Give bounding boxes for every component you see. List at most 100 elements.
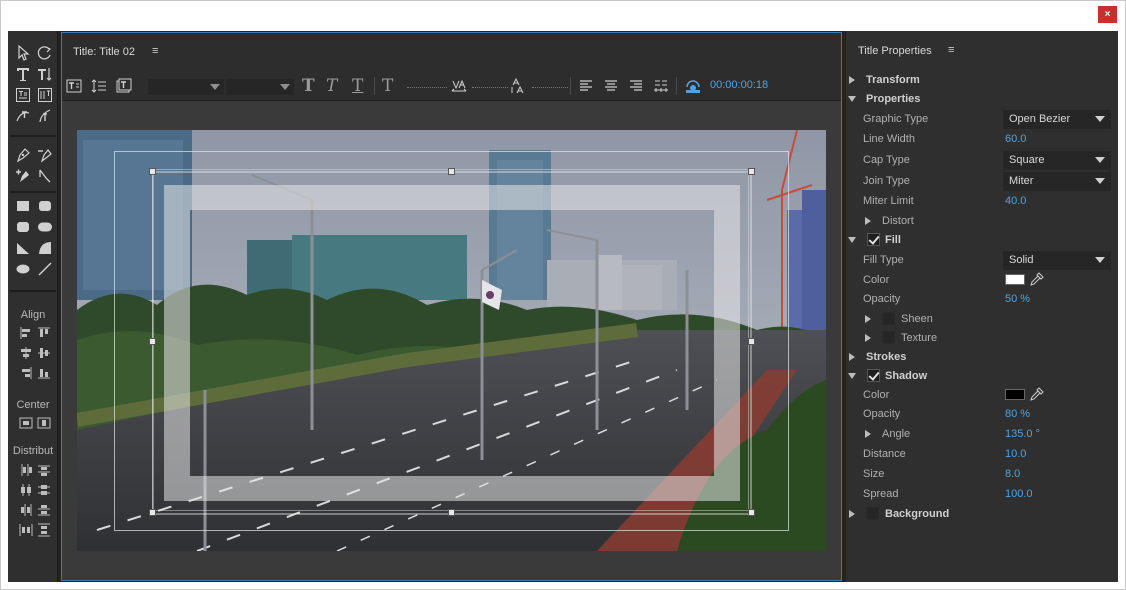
fill-section[interactable]: Fill <box>846 231 1118 250</box>
align-top-icon[interactable] <box>36 325 52 341</box>
bezier-frame-shape[interactable] <box>152 171 752 515</box>
join-type-dropdown[interactable]: Miter <box>1003 172 1111 191</box>
templates-icon[interactable] <box>115 77 133 95</box>
align-horizontal-center-icon[interactable] <box>18 345 34 361</box>
line-tool-icon[interactable] <box>34 258 56 279</box>
graphic-type-dropdown[interactable]: Open Bezier <box>1003 110 1111 129</box>
cap-type-dropdown[interactable]: Square <box>1003 151 1111 170</box>
distance-value[interactable]: 10.0 <box>1005 448 1026 460</box>
center-vertical-icon[interactable] <box>36 415 52 431</box>
wedge-tool-icon[interactable] <box>12 237 34 258</box>
font-size-button[interactable]: T <box>382 76 393 96</box>
line-width-value[interactable]: 60.0 <box>1005 133 1026 145</box>
fill-color-swatch[interactable] <box>1005 274 1025 285</box>
strokes-section[interactable]: Strokes <box>846 348 1118 367</box>
distribute-horizontal-center-icon[interactable] <box>18 482 34 498</box>
sheen-checkbox[interactable] <box>882 312 895 325</box>
arc-tool-icon[interactable] <box>34 237 56 258</box>
align-text-right-icon[interactable] <box>627 77 645 95</box>
texture-checkbox[interactable] <box>882 331 895 344</box>
type-tool-icon[interactable] <box>12 63 34 84</box>
rounded-corner-rectangle-tool-icon[interactable] <box>34 216 56 237</box>
selection-handle[interactable] <box>448 509 455 516</box>
underline-button[interactable]: T <box>352 76 363 96</box>
title-canvas[interactable] <box>77 130 826 551</box>
close-button[interactable]: × <box>1098 6 1117 23</box>
distribute-right-icon[interactable] <box>18 502 34 518</box>
expand-arrow-icon[interactable] <box>865 217 871 225</box>
expand-arrow-icon[interactable] <box>865 315 871 323</box>
shadow-checkbox[interactable] <box>867 369 880 382</box>
align-right-icon[interactable] <box>18 365 34 381</box>
shadow-section[interactable]: Shadow <box>846 367 1118 386</box>
distribute-left-icon[interactable] <box>18 462 34 478</box>
area-type-tool-icon[interactable] <box>12 84 34 105</box>
leading-scrub[interactable] <box>532 87 568 88</box>
eyedropper-icon[interactable] <box>1030 272 1046 288</box>
background-section[interactable]: Background <box>846 505 1118 524</box>
properties-section[interactable]: Properties <box>846 90 1118 109</box>
selection-handle[interactable] <box>448 168 455 175</box>
ellipse-tool-icon[interactable] <box>12 258 34 279</box>
rectangle-tool-icon[interactable] <box>12 195 34 216</box>
fill-opacity-value[interactable]: 50 % <box>1005 293 1030 305</box>
background-video-timecode[interactable]: 00:00:00:18 <box>710 79 768 91</box>
designer-menu-icon[interactable]: ≡ <box>152 45 158 57</box>
convert-anchor-tool-icon[interactable] <box>34 165 56 186</box>
leading-icon[interactable] <box>509 77 527 95</box>
align-left-icon[interactable] <box>18 325 34 341</box>
distribute-bottom-icon[interactable] <box>36 502 52 518</box>
pen-tool-icon[interactable] <box>12 144 34 165</box>
collapse-arrow-icon[interactable] <box>848 237 856 243</box>
new-title-icon[interactable] <box>65 77 83 95</box>
tab-stops-icon[interactable] <box>652 77 670 95</box>
collapse-arrow-icon[interactable] <box>848 96 856 102</box>
align-text-center-icon[interactable] <box>602 77 620 95</box>
delete-anchor-tool-icon[interactable] <box>34 144 56 165</box>
eyedropper-icon[interactable] <box>1030 387 1046 403</box>
add-anchor-tool-icon[interactable] <box>12 165 34 186</box>
angle-value[interactable]: 135.0 ° <box>1005 428 1040 440</box>
align-bottom-icon[interactable] <box>36 365 52 381</box>
selection-handle[interactable] <box>748 509 755 516</box>
collapse-arrow-icon[interactable] <box>848 373 856 379</box>
sheen-row[interactable]: Sheen <box>846 310 1118 329</box>
size-value[interactable]: 8.0 <box>1005 468 1020 480</box>
kerning-scrub[interactable] <box>472 87 508 88</box>
vertical-area-type-tool-icon[interactable] <box>34 84 56 105</box>
fill-type-dropdown[interactable]: Solid <box>1003 251 1111 270</box>
clipped-corner-rectangle-tool-icon[interactable] <box>12 216 34 237</box>
font-size-scrub[interactable] <box>407 87 447 88</box>
kerning-icon[interactable] <box>450 77 468 95</box>
selection-handle[interactable] <box>149 338 156 345</box>
texture-row[interactable]: Texture <box>846 329 1118 348</box>
background-checkbox[interactable] <box>866 507 879 520</box>
selection-tool-icon[interactable] <box>12 42 34 63</box>
center-horizontal-icon[interactable] <box>18 415 34 431</box>
font-family-dropdown[interactable] <box>148 79 224 95</box>
selection-handle[interactable] <box>748 168 755 175</box>
selection-handle[interactable] <box>748 338 755 345</box>
expand-arrow-icon[interactable] <box>849 353 855 361</box>
distribute-vertical-center-icon[interactable] <box>36 482 52 498</box>
expand-arrow-icon[interactable] <box>865 334 871 342</box>
expand-arrow-icon[interactable] <box>849 76 855 84</box>
show-background-video-icon[interactable] <box>684 77 702 95</box>
rounded-rectangle-tool-icon[interactable] <box>34 195 56 216</box>
rotation-tool-icon[interactable] <box>34 42 56 63</box>
distribute-horizontal-even-icon[interactable] <box>18 522 34 538</box>
selection-handle[interactable] <box>149 509 156 516</box>
shadow-opacity-value[interactable]: 80 % <box>1005 408 1030 420</box>
font-style-dropdown[interactable] <box>226 79 294 95</box>
path-type-tool-icon[interactable] <box>12 105 34 126</box>
bold-button[interactable]: T <box>302 76 315 96</box>
transform-section[interactable]: Transform <box>846 71 1118 90</box>
distort-row[interactable]: Distort <box>846 212 1118 231</box>
vertical-path-type-tool-icon[interactable] <box>34 105 56 126</box>
miter-limit-value[interactable]: 40.0 <box>1005 195 1026 207</box>
properties-menu-icon[interactable]: ≡ <box>948 44 954 56</box>
align-vertical-center-icon[interactable] <box>36 345 52 361</box>
italic-button[interactable]: T <box>326 76 337 96</box>
fill-checkbox[interactable] <box>867 233 880 246</box>
spread-value[interactable]: 100.0 <box>1005 488 1033 500</box>
